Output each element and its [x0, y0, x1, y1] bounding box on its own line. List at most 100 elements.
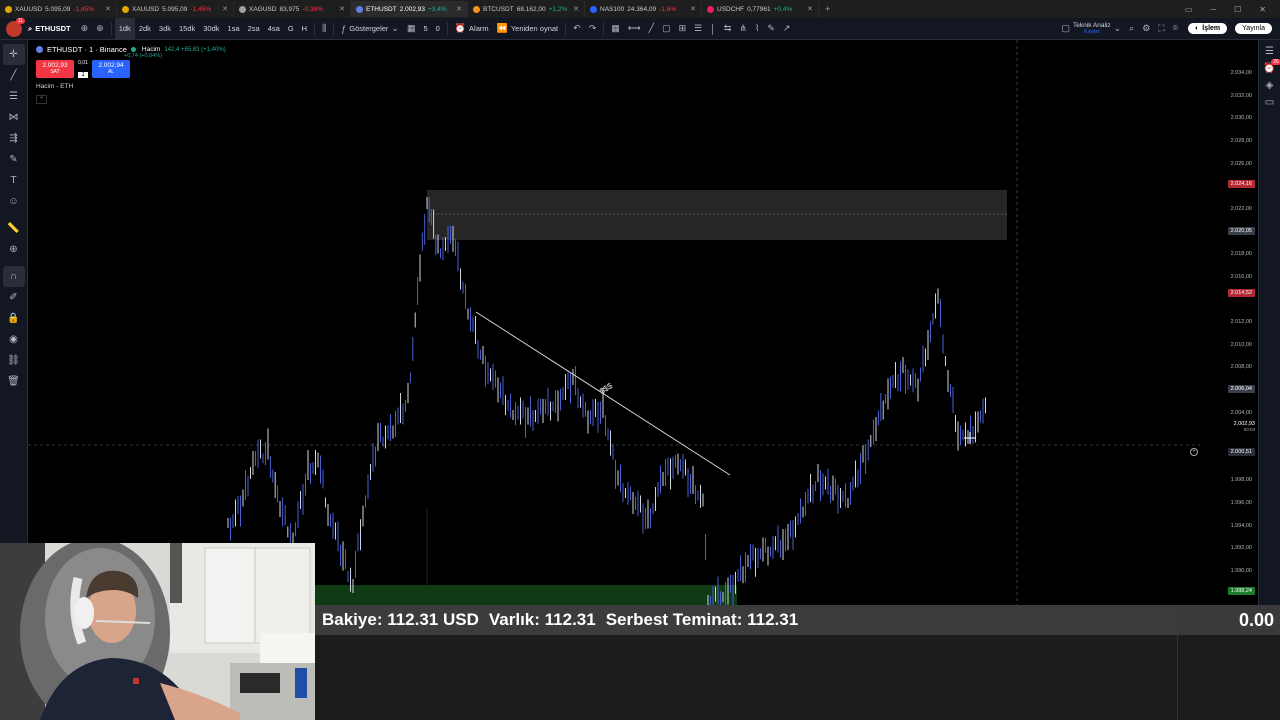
maximize-icon[interactable]: ☐	[1234, 5, 1241, 14]
layout-save-button[interactable]: ▢ Teknik Analiz Kaydet ⌄	[1058, 18, 1126, 40]
crosshair-icon[interactable]: ✛	[2, 44, 25, 65]
collapse-icon[interactable]: ⌃	[36, 95, 47, 104]
analysis-sub-label: Kaydet	[1084, 28, 1100, 35]
close-window-icon[interactable]: ✕	[1259, 5, 1266, 14]
fib-icon[interactable]: ⊞	[675, 18, 691, 40]
chart-pane[interactable]: $$$ ETHUSDT · 1 · Binance Hacim 142,4 +6…	[28, 40, 1258, 605]
magnet-icon[interactable]: ∩	[2, 266, 25, 287]
vertical-line-icon[interactable]: │	[706, 18, 720, 40]
horizontal-line-icon[interactable]: ⟷	[624, 18, 645, 40]
publish-button[interactable]: Yayınla	[1235, 23, 1272, 34]
interval-H[interactable]: H	[298, 18, 311, 40]
templates-icon[interactable]: ▦	[403, 18, 420, 40]
interval-30dk[interactable]: 30dk	[199, 18, 223, 40]
tab-symbol: XAUUSD	[15, 5, 43, 13]
user-avatar[interactable]: 11	[6, 17, 25, 37]
trend-line-icon[interactable]: ╱	[645, 18, 658, 40]
forecast-icon[interactable]: ⇶	[3, 128, 25, 149]
ruler-icon[interactable]: 📏	[3, 218, 25, 239]
zoom-icon[interactable]: ⊕	[3, 239, 25, 260]
interval-2sa[interactable]: 2sa	[244, 18, 264, 40]
trade-button[interactable]: ◐ İşlem	[1188, 23, 1228, 34]
indicators-button[interactable]: ƒ Göstergeler ⌄	[337, 18, 403, 40]
nas-icon	[590, 5, 597, 13]
stay-in-drawing-icon[interactable]: ✐	[3, 287, 25, 308]
trash-icon[interactable]: 🗑	[3, 371, 25, 392]
grid-icon[interactable]: ▦	[607, 18, 624, 40]
quantity-box[interactable]: 0,01 1	[76, 60, 90, 78]
price-tick: 1.992,00	[1230, 545, 1252, 552]
camera-icon[interactable]: ⌾	[1169, 18, 1182, 40]
browser-tab[interactable]: XAUUSD 5.095,09 -1,45% ✕	[0, 1, 117, 17]
alert-count[interactable]: 0	[432, 18, 444, 40]
layout-count[interactable]: 5	[419, 18, 431, 40]
quick-trade: 2.002,93 SAT 0,01 1 2.002,94 AL	[36, 60, 130, 78]
interval-G[interactable]: G	[284, 18, 298, 40]
browser-tab[interactable]: NAS100 24.364,09 -1,6% ✕	[585, 1, 702, 17]
chat-icon[interactable]: ▭	[1265, 97, 1274, 108]
alerts-icon[interactable]: ⏰ 26	[1263, 59, 1280, 74]
minimize-icon[interactable]: ─	[1210, 5, 1216, 14]
new-tab-icon[interactable]: +	[819, 4, 836, 14]
sell-button[interactable]: 2.002,93 SAT	[36, 60, 74, 78]
add-alert-icon[interactable]: +	[1190, 448, 1198, 457]
close-tab-icon[interactable]: ✕	[339, 5, 345, 13]
path-icon[interactable]: ↗	[779, 18, 795, 40]
interval-2dk[interactable]: 2dk	[135, 18, 155, 40]
alarm-button[interactable]: ⏰ Alarm	[451, 18, 493, 40]
close-tab-icon[interactable]: ✕	[690, 5, 696, 13]
browser-tab-active[interactable]: ETHUSDT 2.002,93 +3,4% ✕	[351, 1, 468, 17]
close-tab-icon[interactable]: ✕	[807, 5, 813, 13]
interval-1sa[interactable]: 1sa	[224, 18, 244, 40]
brush-icon[interactable]: ✎	[3, 149, 25, 170]
price-tick: 1.996,00	[1230, 500, 1252, 507]
candle-type-icon[interactable]: ⫼	[318, 18, 330, 40]
pattern-icon[interactable]: ⋈	[3, 107, 25, 128]
close-tab-icon[interactable]: ✕	[222, 5, 228, 13]
quantity-input[interactable]: 1	[78, 72, 88, 78]
browser-tab[interactable]: USDCHF 0,77961 +0,4% ✕	[702, 1, 819, 17]
tab-price: 5.095,09	[162, 5, 188, 13]
parallel-channel-icon[interactable]: ☰	[690, 18, 706, 40]
close-tab-icon[interactable]: ✕	[105, 5, 111, 13]
undo-icon[interactable]: ↶	[569, 18, 585, 40]
interval-4sa[interactable]: 4sa	[264, 18, 284, 40]
close-tab-icon[interactable]: ✕	[456, 5, 462, 13]
interval-1dk[interactable]: 1dk	[114, 17, 135, 40]
browser-tab[interactable]: XAUUSD 5.095,09 -1,45% ✕	[117, 1, 234, 17]
link-icon[interactable]: ⛓	[3, 350, 25, 371]
settings-icon[interactable]: ⚙	[1138, 18, 1154, 40]
text-icon[interactable]: T	[3, 170, 25, 191]
close-tab-icon[interactable]: ✕	[573, 5, 579, 13]
price-chart[interactable]: $$$	[28, 40, 1258, 605]
emoji-icon[interactable]: ☺	[3, 191, 25, 212]
browser-tab[interactable]: BTCUSDT 68.162,00 +1,2% ✕	[468, 1, 585, 17]
search-icon[interactable]: ⌕	[1125, 18, 1138, 40]
interval-3dk[interactable]: 3dk	[155, 18, 175, 40]
replay-button[interactable]: ⏪ Yeniden oynat	[493, 18, 563, 40]
supply-zone[interactable]	[427, 190, 1007, 240]
compare-icon[interactable]: ⊕	[77, 18, 93, 40]
rectangle-icon[interactable]: ▢	[658, 18, 675, 40]
visibility-icon[interactable]: ◉	[3, 329, 25, 350]
buy-button[interactable]: 2.002,94 AL	[92, 60, 130, 78]
add-symbol-icon[interactable]: ⊕	[92, 18, 108, 40]
zigzag-icon[interactable]: ⌇	[751, 18, 763, 40]
layers-icon[interactable]: ◈	[1266, 80, 1274, 91]
fullscreen-icon[interactable]: ⛶	[1154, 18, 1168, 40]
interval-15dk[interactable]: 15dk	[175, 18, 199, 40]
lock-icon[interactable]: 🔒	[3, 308, 25, 329]
price-axis[interactable]: 2.034,00 2.032,00 2.030,00 2.028,00 2.026,00…	[1190, 40, 1258, 605]
pitchfork-icon[interactable]: ⋔	[735, 18, 751, 40]
browser-tab[interactable]: XAGUSD 83,975 -0,38% ✕	[234, 1, 351, 17]
trend-line-icon[interactable]: ╱	[3, 65, 25, 86]
symbol-search[interactable]: ⌕ ETHUSDT	[22, 18, 77, 40]
watchlist-icon[interactable]: ☰	[1265, 46, 1274, 57]
cast-icon[interactable]: ▭	[1185, 5, 1193, 14]
brush-icon[interactable]: ✎	[763, 18, 779, 40]
position-icon[interactable]: ⇆	[720, 18, 736, 40]
demand-zone[interactable]	[315, 585, 737, 605]
search-icon: ⌕	[28, 23, 33, 33]
fib-retracement-icon[interactable]: ☰	[3, 86, 25, 107]
redo-icon[interactable]: ↷	[585, 18, 601, 40]
